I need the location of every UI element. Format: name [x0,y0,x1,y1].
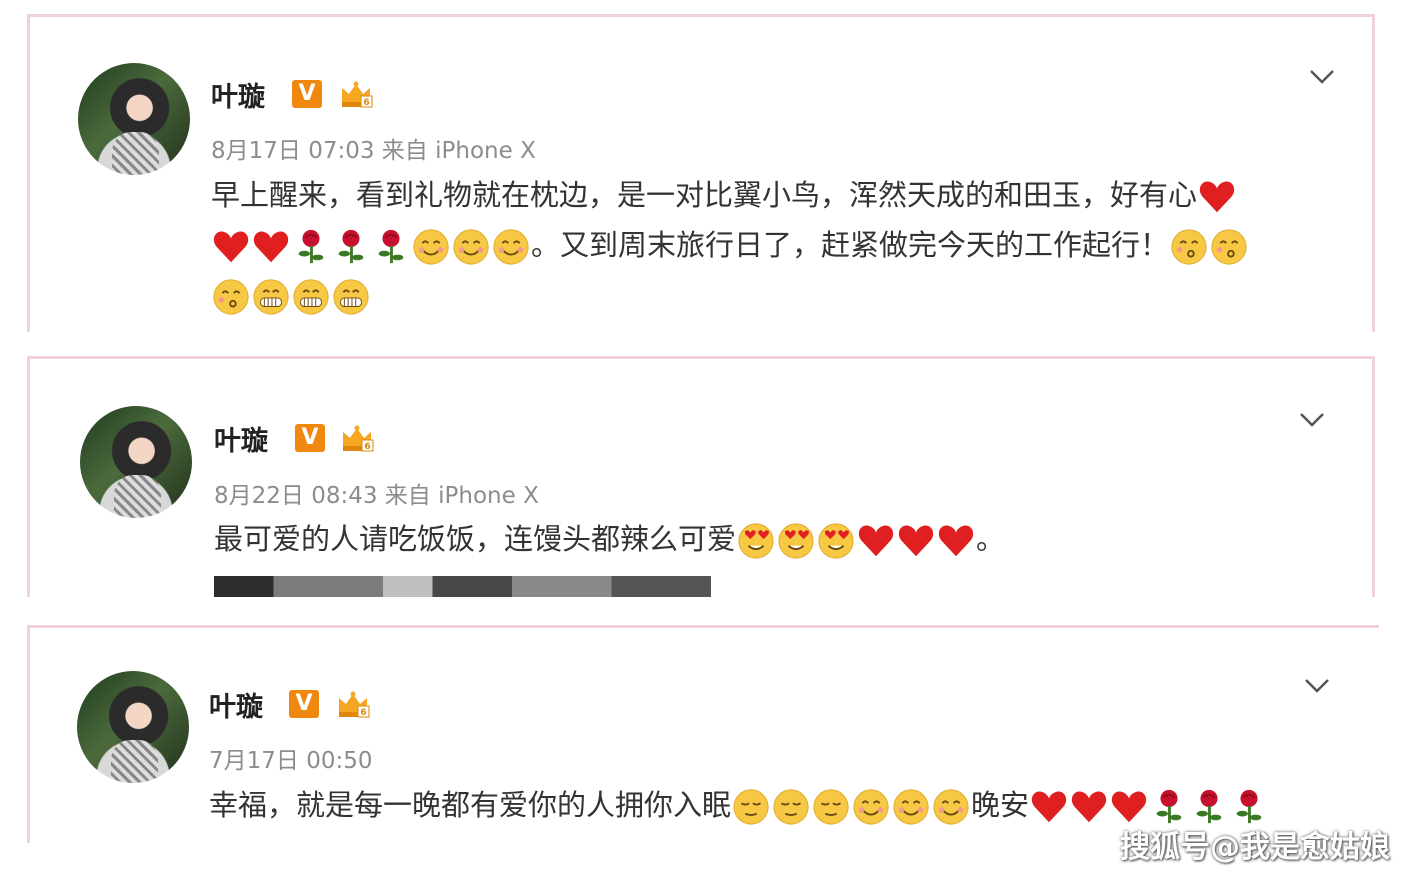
watermark: 搜狐号@我是愈姑娘 [1120,830,1390,865]
post-meta: 8月17日 07:03 来自 iPhone X [211,138,536,164]
user-name[interactable]: 叶璇 [211,75,265,114]
rose-emoji [332,228,370,266]
post-text: 早上醒来，看到礼物就在枕边，是一对比翼小鸟，浑然天成的和田玉，好有心 [211,170,1237,220]
post-image[interactable] [214,576,711,597]
post-text-line: 最可爱的人请吃饭饭，连馒头都辣么可爱 [214,522,737,556]
grin-emoji [292,278,330,316]
post-text: 幸福，就是每一晚都有爱你的人拥你入眠 晚安 [209,780,1269,830]
rose-emoji [1190,788,1228,826]
post-text-line: 。又到周末旅行日了，赶紧做完今天的工作起行！ [531,228,1170,262]
post-text-line2: 。又到周末旅行日了，赶紧做完今天的工作起行！ [211,220,1249,270]
smile-emoji [452,228,490,266]
vip-crown-icon [339,80,373,110]
heart-emoji [212,228,250,266]
smile-emoji [892,788,930,826]
smile-emoji [932,788,970,826]
chevron-down-icon[interactable] [1299,412,1325,428]
heart-emoji [1198,178,1236,216]
rose-emoji [292,228,330,266]
avatar[interactable] [77,671,189,783]
heart-emoji [252,228,290,266]
user-name[interactable]: 叶璇 [214,419,268,458]
vip-crown-icon [336,690,370,720]
smile-emoji [412,228,450,266]
smile-emoji [492,228,530,266]
kiss-emoji [212,278,250,316]
vip-crown-icon [340,424,374,454]
heart-eyes-emoji [737,522,775,560]
heart-eyes-emoji [777,522,815,560]
chevron-down-icon[interactable] [1304,678,1330,694]
verified-v-icon: V [289,690,319,718]
sleepy-emoji [732,788,770,826]
heart-emoji [1110,788,1148,826]
post-text-line3 [211,270,371,320]
post-text-mid: 晚安 [971,788,1030,822]
avatar[interactable] [80,406,192,518]
post-text-line: 早上醒来，看到礼物就在枕边，是一对比翼小鸟，浑然天成的和田玉，好有心 [211,178,1198,212]
heart-eyes-emoji [817,522,855,560]
heart-emoji [897,522,935,560]
post-text: 最可爱的人请吃饭饭，连馒头都辣么可爱 。 [214,514,1005,564]
kiss-emoji [1210,228,1248,266]
avatar[interactable] [78,63,190,175]
rose-emoji [1150,788,1188,826]
sleepy-emoji [772,788,810,826]
post-text-end: 。 [976,522,1006,556]
smile-emoji [852,788,890,826]
rose-emoji [1230,788,1268,826]
post-meta: 7月17日 00:50 [209,748,373,774]
heart-emoji [1030,788,1068,826]
heart-emoji [857,522,895,560]
kiss-emoji [1170,228,1208,266]
chevron-down-icon[interactable] [1309,69,1335,85]
heart-emoji [937,522,975,560]
post-meta: 8月22日 08:43 来自 iPhone X [214,483,539,509]
heart-emoji [1070,788,1108,826]
post-text-line: 幸福，就是每一晚都有爱你的人拥你入眠 [209,788,732,822]
grin-emoji [252,278,290,316]
sleepy-emoji [812,788,850,826]
verified-v-icon: V [295,424,325,452]
verified-v-icon: V [292,80,322,108]
user-name[interactable]: 叶璇 [209,685,263,724]
grin-emoji [332,278,370,316]
rose-emoji [372,228,410,266]
